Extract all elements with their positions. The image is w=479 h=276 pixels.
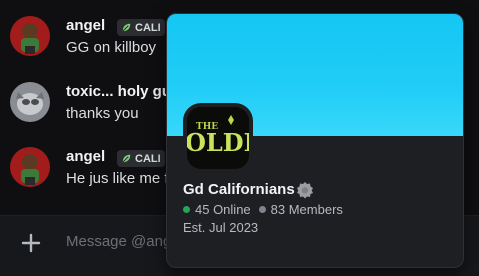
established-date: Est. Jul 2023: [183, 220, 259, 235]
members-dot-icon: [258, 206, 266, 213]
avatar[interactable]: [10, 16, 50, 56]
online-dot-icon: [183, 206, 190, 213]
message-text: GG on killboy: [66, 39, 157, 56]
message-input[interactable]: Message @ang: [66, 233, 171, 250]
server-icon[interactable]: THE OLDE: [183, 103, 253, 173]
guild-tag[interactable]: CALI: [117, 150, 165, 167]
plus-icon[interactable]: [20, 232, 42, 254]
leaf-icon: [122, 23, 131, 32]
username[interactable]: angel: [66, 17, 105, 34]
server-stats: 45 Online 83 Members: [183, 202, 343, 217]
message-text: thanks you: [66, 105, 139, 122]
guild-tag-label: CALI: [135, 152, 161, 165]
guild-tag-label: CALI: [135, 21, 161, 34]
avatar[interactable]: [10, 82, 50, 122]
online-count: 45 Online: [195, 202, 251, 217]
server-logo: THE OLDE: [187, 107, 249, 169]
member-count: 83 Members: [270, 202, 343, 217]
badge-icon: [297, 182, 313, 199]
username[interactable]: toxic... holy gu: [66, 83, 171, 100]
username[interactable]: angel: [66, 148, 105, 165]
server-name: Gd Californians: [183, 181, 295, 198]
guild-tag[interactable]: CALI: [117, 19, 165, 36]
svg-text:OLDE: OLDE: [187, 128, 249, 157]
leaf-icon: [122, 154, 131, 163]
server-tag-popout: THE OLDE Gd Californians 45 Online 83 Me…: [166, 13, 464, 268]
avatar[interactable]: [10, 147, 50, 187]
message-text: He jus like me f: [66, 170, 169, 187]
